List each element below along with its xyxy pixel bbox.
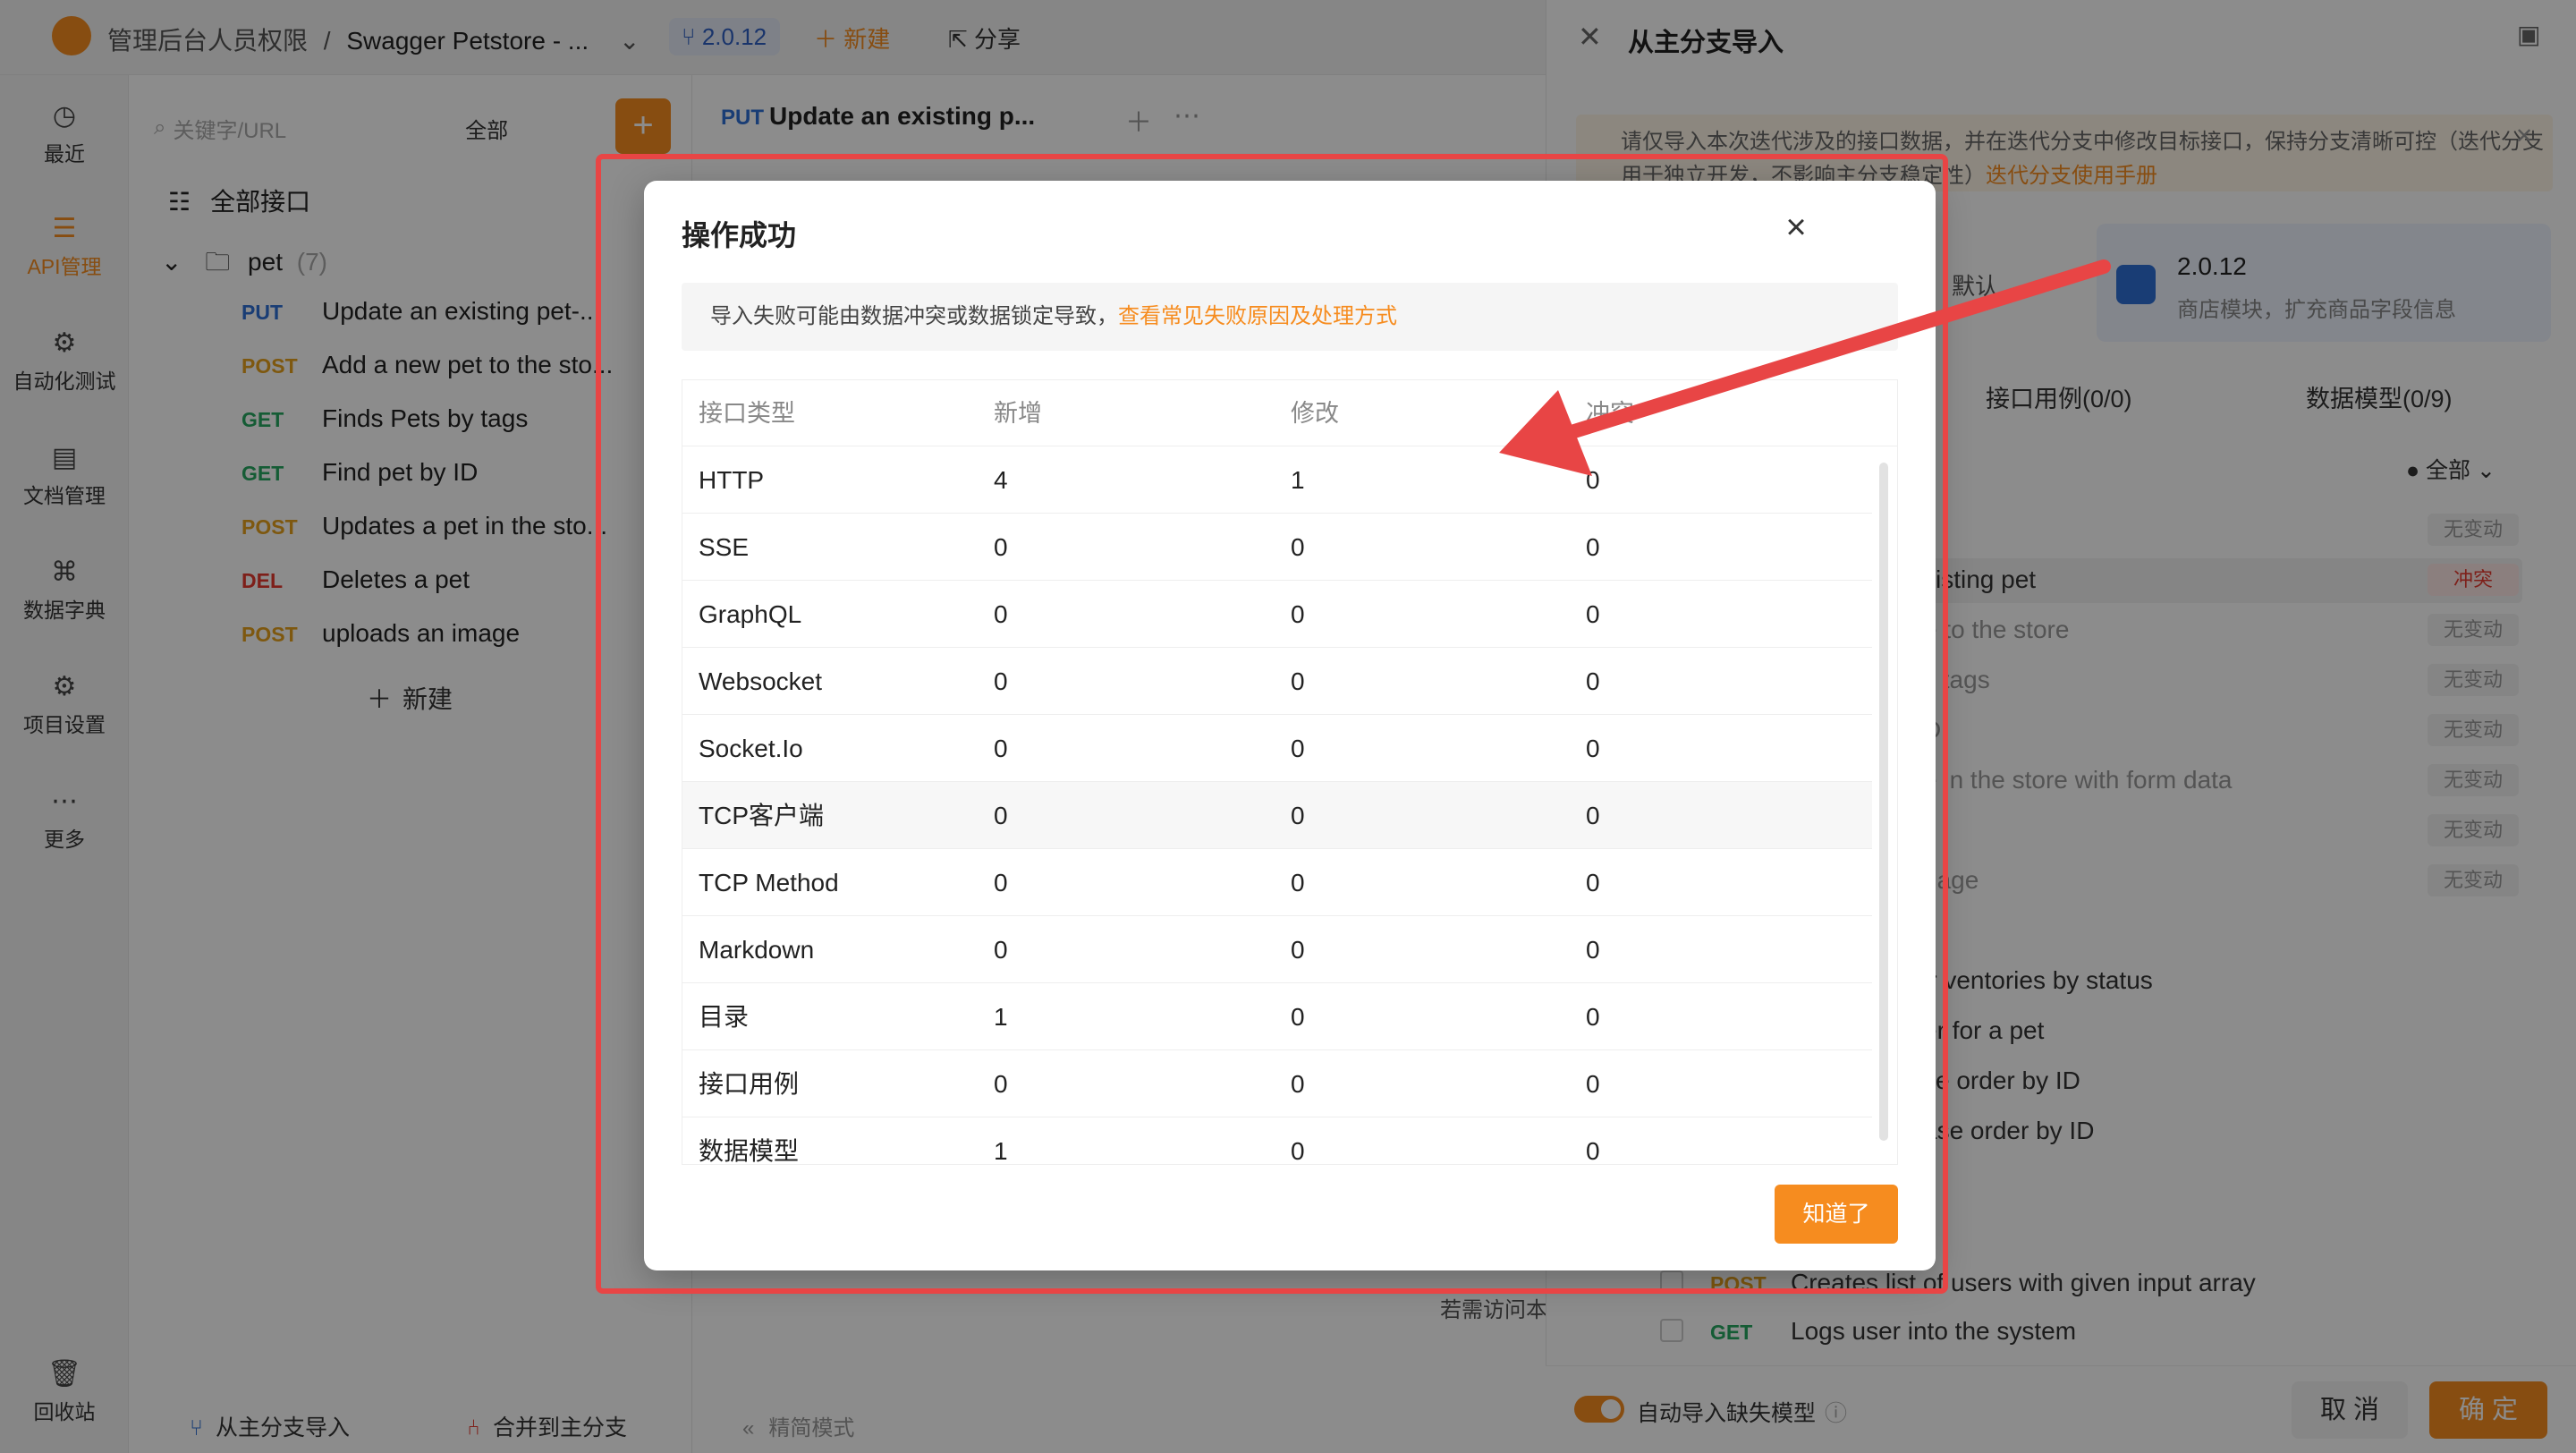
highlight-annotation xyxy=(596,154,1948,1294)
